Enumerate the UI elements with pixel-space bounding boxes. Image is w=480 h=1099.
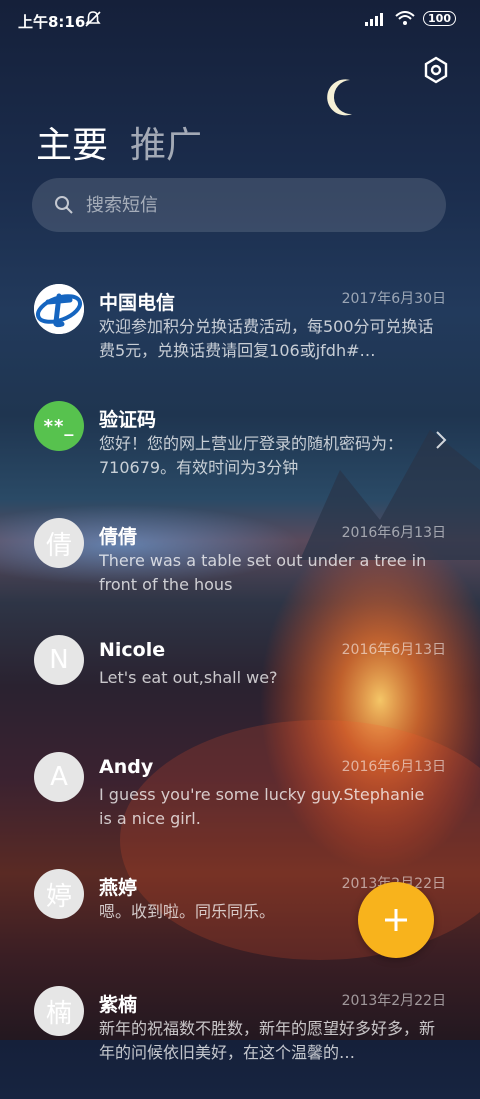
status-icons: 100 <box>365 11 456 26</box>
contact-name: 验证码 <box>99 409 157 431</box>
china-telecom-logo-icon <box>34 284 84 334</box>
contact-name: Nicole <box>99 639 166 661</box>
avatar: 婷 <box>34 869 84 919</box>
message-date: 2016年6月13日 <box>341 759 446 775</box>
plus-icon <box>385 909 407 931</box>
status-time: 上午8:16 <box>18 13 86 31</box>
message-preview: 新年的祝福数不胜数，新年的愿望好多好多，新年的问候依旧美好，在这个温馨的… <box>99 1019 435 1062</box>
tab-promotions[interactable]: 推广 <box>130 116 202 168</box>
conversation-list: 中国电信 2017年6月30日 欢迎参加积分兑换话费活动，每500分可兑换话费5… <box>0 280 480 1099</box>
avatar: 楠 <box>34 986 84 1036</box>
tab-primary[interactable]: 主要 <box>36 116 108 168</box>
conversation-item-china-telecom[interactable]: 中国电信 2017年6月30日 欢迎参加积分兑换话费活动，每500分可兑换话费5… <box>0 280 480 397</box>
conversation-item-verification-code[interactable]: **_ 验证码 您好！您的网上营业厅登录的随机密码为：710679。有效时间为3… <box>0 397 480 514</box>
message-date: 2016年6月13日 <box>341 642 446 658</box>
avatar: 倩 <box>34 518 84 568</box>
verification-code-avatar: **_ <box>34 401 84 451</box>
message-date: 2016年6月13日 <box>341 525 446 541</box>
chevron-right-icon[interactable] <box>434 429 448 451</box>
conversation-item-zinan[interactable]: 楠 紫楠 2013年2月22日 新年的祝福数不胜数，新年的愿望好多好多，新年的问… <box>0 982 480 1099</box>
battery-icon: 100 <box>423 11 456 26</box>
avatar: N <box>34 635 84 685</box>
search-icon <box>55 196 73 214</box>
message-preview: There was a table set out under a tree i… <box>99 551 427 594</box>
conversation-item-andy[interactable]: A Andy 2016年6月13日 I guess you're some lu… <box>0 748 480 865</box>
status-bar: 上午8:16 100 <box>0 0 480 40</box>
message-date: 2013年2月22日 <box>341 993 446 1009</box>
hexagon-gear-icon[interactable] <box>422 56 450 84</box>
search-input[interactable] <box>84 193 428 217</box>
tab-bar: 主要 推广 <box>36 116 202 168</box>
moon <box>327 79 352 116</box>
wifi-icon <box>395 11 415 25</box>
search-bar[interactable] <box>32 178 446 232</box>
message-preview: I guess you're some lucky guy.Stephanie … <box>99 785 425 828</box>
avatar: A <box>34 752 84 802</box>
message-preview: 您好！您的网上营业厅登录的随机密码为：710679。有效时间为3分钟 <box>99 434 404 477</box>
message-preview: Let's eat out,shall we? <box>99 668 278 687</box>
message-date: 2017年6月30日 <box>341 291 446 307</box>
contact-name: Andy <box>99 756 154 778</box>
new-message-button[interactable] <box>358 882 434 958</box>
contact-name: 倩倩 <box>99 526 138 548</box>
signal-icon <box>365 12 384 26</box>
contact-name: 燕婷 <box>99 877 138 899</box>
message-preview: 欢迎参加积分兑换话费活动，每500分可兑换话费5元，兑换话费请回复106或jfd… <box>99 317 434 360</box>
contact-name: 紫楠 <box>99 994 138 1016</box>
contact-name: 中国电信 <box>99 292 176 314</box>
bell-off-icon <box>85 11 101 27</box>
conversation-item-nicole[interactable]: N Nicole 2016年6月13日 Let's eat out,shall … <box>0 631 480 748</box>
conversation-item-qianqian[interactable]: 倩 倩倩 2016年6月13日 There was a table set ou… <box>0 514 480 631</box>
